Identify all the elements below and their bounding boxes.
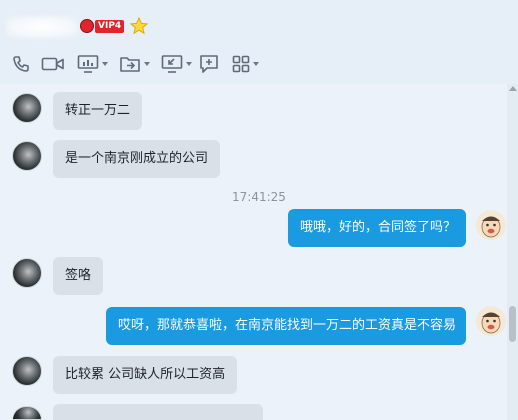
message-timestamp: 17:41:25	[232, 190, 286, 204]
avatar[interactable]	[476, 210, 506, 240]
avatar[interactable]	[476, 306, 506, 336]
remote-desktop-icon[interactable]	[158, 52, 194, 76]
vip-badge[interactable]: VIP4	[80, 18, 126, 34]
avatar[interactable]	[12, 356, 42, 386]
avatar[interactable]	[12, 141, 42, 171]
chevron-down-icon[interactable]	[252, 62, 259, 66]
screen-share-icon[interactable]	[74, 52, 110, 76]
message-bubble-incoming[interactable]: 比较累 公司缺人所以工资高	[53, 356, 238, 394]
chevron-down-icon[interactable]	[185, 62, 192, 66]
message-bubble-incoming[interactable]: 转正一万二	[53, 92, 143, 130]
message-bubble-outgoing[interactable]: 哦哦，好的，合同签了吗？	[288, 209, 466, 247]
chat-header: VIP4	[0, 0, 518, 84]
chevron-down-icon[interactable]	[143, 62, 150, 66]
message-bubble-incoming[interactable]: 是一个南京刚成立的公司	[53, 140, 221, 178]
file-transfer-icon[interactable]	[116, 52, 152, 76]
video-call-icon[interactable]	[40, 52, 66, 76]
vip-label: VIP4	[95, 19, 125, 33]
chat-toolbar	[10, 52, 270, 76]
scrollbar-thumb[interactable]	[509, 306, 516, 342]
message-bubble-incoming[interactable]	[53, 404, 263, 420]
chat-scrollbar[interactable]	[507, 84, 518, 420]
avatar[interactable]	[12, 258, 42, 288]
apps-grid-icon[interactable]	[228, 52, 262, 76]
scroll-up-icon[interactable]	[509, 86, 517, 91]
message-bubble-outgoing[interactable]: 哎呀，那就恭喜啦，在南京能找到一万二的工资真是不容易	[106, 307, 466, 345]
phone-icon[interactable]	[10, 52, 32, 76]
avatar[interactable]	[12, 93, 42, 123]
chevron-down-icon[interactable]	[101, 62, 108, 66]
avatar[interactable]	[12, 406, 42, 420]
contact-name[interactable]	[6, 16, 78, 38]
message-bubble-incoming[interactable]: 签咯	[53, 257, 104, 295]
star-icon[interactable]	[129, 16, 149, 35]
add-icon[interactable]	[198, 52, 220, 76]
vip-crown-icon	[80, 19, 94, 33]
chat-message-area[interactable]: 转正一万二 是一个南京刚成立的公司 17:41:25 哦哦，好的，合同签了吗？ …	[0, 84, 506, 420]
